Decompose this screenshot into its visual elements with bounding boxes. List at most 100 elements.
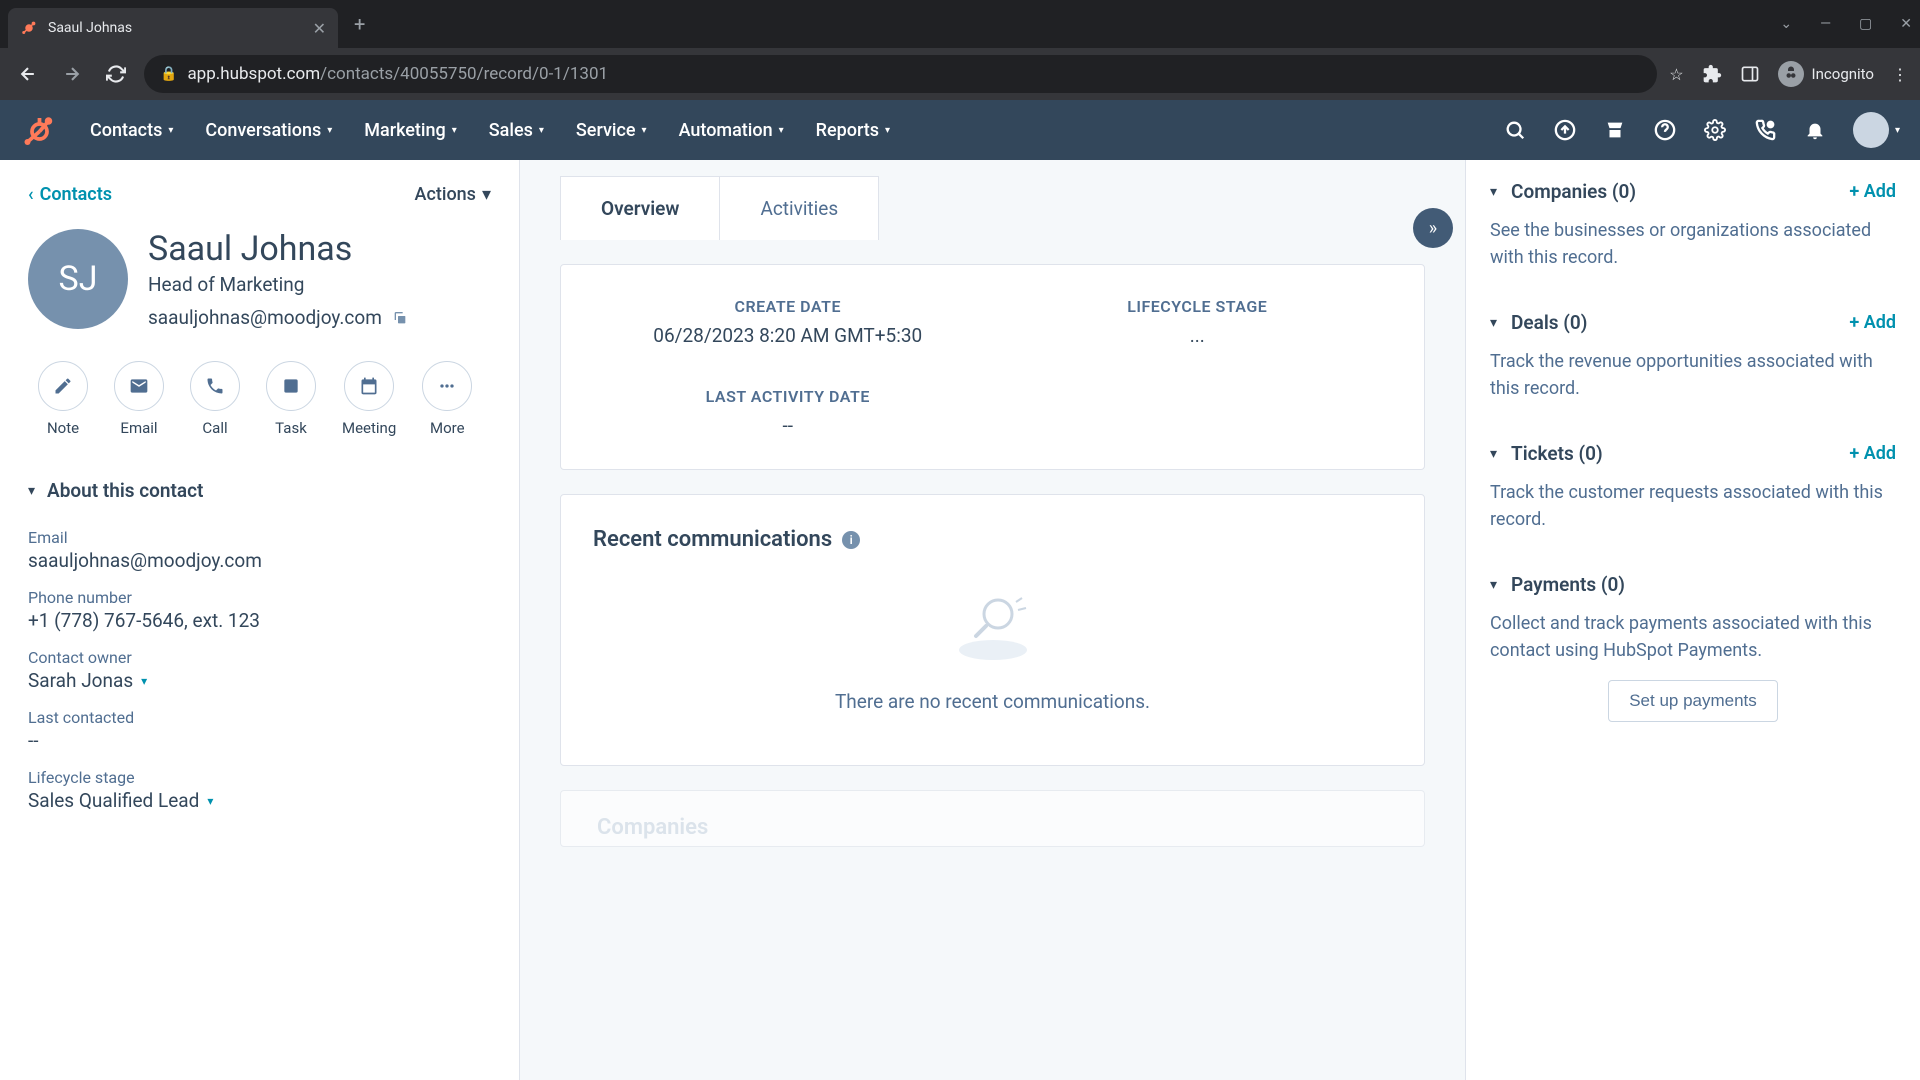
- note-button[interactable]: Note: [38, 361, 88, 437]
- upgrade-icon[interactable]: [1553, 118, 1577, 142]
- setup-payments-button[interactable]: Set up payments: [1608, 680, 1778, 722]
- field-owner[interactable]: Contact owner Sarah Jonas▾: [0, 640, 519, 700]
- field-last-contacted[interactable]: Last contacted --: [0, 700, 519, 760]
- chevron-down-icon: ▾: [642, 125, 647, 136]
- tab-activities[interactable]: Activities: [720, 177, 878, 240]
- more-button[interactable]: More: [422, 361, 472, 437]
- nav-contacts[interactable]: Contacts▾: [76, 120, 187, 141]
- payments-desc: Collect and track payments associated wi…: [1490, 610, 1896, 664]
- tab-title: Saaul Johnas: [48, 20, 303, 36]
- incognito-icon: [1778, 61, 1804, 87]
- chevron-down-icon: ▾: [1895, 125, 1900, 136]
- tab-dropdown-icon[interactable]: ⌄: [1780, 16, 1792, 32]
- minimize-icon[interactable]: —: [1820, 16, 1831, 32]
- tab-close-icon[interactable]: ✕: [313, 19, 326, 38]
- chevron-down-icon: ▾: [539, 125, 544, 136]
- nav-sales[interactable]: Sales▾: [475, 120, 558, 141]
- contact-avatar: SJ: [28, 229, 128, 329]
- chevron-down-icon: ▾: [1490, 315, 1497, 331]
- nav-service[interactable]: Service▾: [562, 120, 661, 141]
- companies-toggle[interactable]: ▾ Companies (0): [1490, 180, 1636, 203]
- avatar: [1853, 112, 1889, 148]
- tab-overview[interactable]: Overview: [561, 177, 720, 240]
- nav-automation[interactable]: Automation▾: [665, 120, 798, 141]
- hubspot-favicon-icon: [20, 19, 38, 37]
- contact-name: Saaul Johnas: [148, 229, 408, 269]
- payments-toggle[interactable]: ▾ Payments (0): [1490, 573, 1625, 596]
- center-panel: Overview Activities » CREATE DATE 06/28/…: [520, 160, 1465, 1080]
- tickets-toggle[interactable]: ▾ Tickets (0): [1490, 442, 1603, 465]
- notifications-icon[interactable]: [1803, 118, 1827, 142]
- star-icon[interactable]: ☆: [1669, 65, 1683, 84]
- chevron-down-icon: ▾: [168, 125, 173, 136]
- create-date-label: CREATE DATE: [593, 297, 983, 316]
- payments-section: ▾ Payments (0) Collect and track payment…: [1466, 553, 1920, 742]
- actions-dropdown[interactable]: Actions ▾: [415, 184, 491, 205]
- new-tab-button[interactable]: +: [354, 12, 365, 36]
- tickets-desc: Track the customer requests associated w…: [1490, 479, 1896, 533]
- nav-marketing[interactable]: Marketing▾: [350, 120, 471, 141]
- chevron-down-icon: ▾: [452, 125, 457, 136]
- task-button[interactable]: Task: [266, 361, 316, 437]
- chevron-down-icon: ▾: [1490, 577, 1497, 593]
- side-panel-icon[interactable]: [1740, 64, 1760, 84]
- account-menu[interactable]: ▾: [1853, 112, 1900, 148]
- url-text: app.hubspot.com/contacts/40055750/record…: [187, 64, 608, 84]
- left-panel: ‹ Contacts Actions ▾ SJ Saaul Johnas Hea…: [0, 160, 520, 1080]
- nav-reports[interactable]: Reports▾: [802, 120, 904, 141]
- help-icon[interactable]: [1653, 118, 1677, 142]
- right-panel: ▾ Companies (0) + Add See the businesses…: [1465, 160, 1920, 1080]
- chevron-down-icon: ▾: [207, 794, 213, 808]
- info-icon[interactable]: i: [842, 531, 860, 549]
- browser-tab[interactable]: Saaul Johnas ✕: [8, 8, 338, 48]
- companies-desc: See the businesses or organizations asso…: [1490, 217, 1896, 271]
- call-button[interactable]: Call: [190, 361, 240, 437]
- field-phone[interactable]: Phone number +1 (778) 767-5646, ext. 123: [0, 580, 519, 640]
- chevron-down-icon: ▾: [779, 125, 784, 136]
- chevron-down-icon: ▾: [1490, 184, 1497, 200]
- field-lifecycle[interactable]: Lifecycle stage Sales Qualified Lead▾: [0, 760, 519, 820]
- hubspot-header: Contacts▾ Conversations▾ Marketing▾ Sale…: [0, 100, 1920, 160]
- companies-section: ▾ Companies (0) + Add See the businesses…: [1466, 160, 1920, 291]
- hubspot-logo-icon[interactable]: [20, 112, 56, 148]
- chevron-down-icon: ▾: [885, 125, 890, 136]
- phone-icon[interactable]: [1753, 118, 1777, 142]
- deals-toggle[interactable]: ▾ Deals (0): [1490, 311, 1587, 334]
- forward-button[interactable]: [56, 58, 88, 90]
- nav-conversations[interactable]: Conversations▾: [191, 120, 346, 141]
- search-icon[interactable]: [1503, 118, 1527, 142]
- about-section-header[interactable]: ▾ About this contact: [0, 461, 519, 520]
- empty-text: There are no recent communications.: [613, 690, 1372, 713]
- close-window-icon[interactable]: ✕: [1900, 16, 1912, 32]
- field-email[interactable]: Email saauljohnas@moodjoy.com: [0, 520, 519, 580]
- recent-communications-title: Recent communications: [593, 527, 832, 552]
- add-ticket-button[interactable]: + Add: [1849, 443, 1896, 464]
- contact-job-title: Head of Marketing: [148, 273, 408, 296]
- incognito-badge[interactable]: Incognito: [1778, 61, 1874, 87]
- extensions-icon[interactable]: [1702, 64, 1722, 84]
- last-activity-label: LAST ACTIVITY DATE: [593, 387, 983, 406]
- add-company-button[interactable]: + Add: [1849, 181, 1896, 202]
- back-button[interactable]: [12, 58, 44, 90]
- address-bar[interactable]: 🔒 app.hubspot.com/contacts/40055750/reco…: [144, 55, 1657, 93]
- last-activity-value: --: [593, 414, 983, 437]
- add-deal-button[interactable]: + Add: [1849, 312, 1896, 333]
- marketplace-icon[interactable]: [1603, 118, 1627, 142]
- meeting-button[interactable]: Meeting: [342, 361, 396, 437]
- deals-section: ▾ Deals (0) + Add Track the revenue oppo…: [1466, 291, 1920, 422]
- email-button[interactable]: Email: [114, 361, 164, 437]
- empty-search-icon: [948, 592, 1038, 662]
- recent-communications-card: Recent communications i There are no rec…: [560, 494, 1425, 766]
- browser-toolbar: 🔒 app.hubspot.com/contacts/40055750/reco…: [0, 48, 1920, 100]
- settings-icon[interactable]: [1703, 118, 1727, 142]
- copy-icon[interactable]: [392, 310, 408, 326]
- maximize-icon[interactable]: ▢: [1859, 16, 1872, 32]
- back-to-contacts-link[interactable]: ‹ Contacts: [28, 184, 112, 205]
- expand-panel-button[interactable]: »: [1413, 208, 1453, 248]
- chevron-down-icon: ▾: [28, 483, 35, 499]
- contact-email: saauljohnas@moodjoy.com: [148, 306, 382, 329]
- deals-desc: Track the revenue opportunities associat…: [1490, 348, 1896, 402]
- reload-button[interactable]: [100, 58, 132, 90]
- menu-icon[interactable]: ⋮: [1892, 65, 1908, 84]
- create-date-value: 06/28/2023 8:20 AM GMT+5:30: [593, 324, 983, 347]
